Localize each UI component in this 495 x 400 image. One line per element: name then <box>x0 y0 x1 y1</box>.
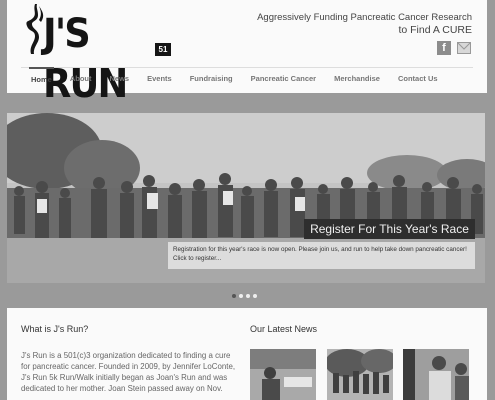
social-links: f <box>437 41 471 55</box>
mail-icon[interactable] <box>457 41 471 55</box>
main-nav: Home About News Events Fundraising Pancr… <box>21 67 473 90</box>
nav-contact-us[interactable]: Contact Us <box>398 68 438 90</box>
hero-description[interactable]: Registration for this year's race is now… <box>168 242 475 269</box>
about-text: J's Run is a 501(c)3 organization dedica… <box>21 351 236 393</box>
news-photo <box>250 349 316 400</box>
logo-wordmark: J'S RUN <box>43 11 128 107</box>
facebook-icon[interactable]: f <box>437 41 451 55</box>
logo-badge: 51 <box>155 43 171 56</box>
about-heading: What is J's Run? <box>21 324 89 334</box>
slider-dot[interactable] <box>246 294 250 298</box>
nav-home[interactable]: Home <box>29 67 54 89</box>
news-thumbnail[interactable] <box>250 349 316 400</box>
news-photo <box>327 349 393 400</box>
site-logo[interactable]: J'S RUN 51 <box>21 2 171 107</box>
slider-pagination <box>232 294 257 298</box>
news-heading: Our Latest News <box>250 324 318 334</box>
nav-fundraising[interactable]: Fundraising <box>190 68 233 90</box>
news-thumbnail[interactable] <box>327 349 393 400</box>
content-area: What is J's Run? J's Run is a 501(c)3 or… <box>7 308 487 400</box>
news-photo <box>403 349 469 400</box>
nav-merchandise[interactable]: Merchandise <box>334 68 380 90</box>
header-tagline: Aggressively Funding Pancreatic Cancer R… <box>257 12 472 23</box>
slider-dot[interactable] <box>239 294 243 298</box>
site-header: J'S RUN 51 Aggressively Funding Pancreat… <box>7 0 487 107</box>
slider-dot[interactable] <box>253 294 257 298</box>
nav-pancreatic-cancer[interactable]: Pancreatic Cancer <box>251 68 316 90</box>
news-thumbnail[interactable] <box>403 349 469 400</box>
slider-dot[interactable] <box>232 294 236 298</box>
header-tagline-cure: to Find A CURE <box>398 24 472 36</box>
hero-title[interactable]: Register For This Year's Race <box>304 219 475 239</box>
nav-events[interactable]: Events <box>147 68 172 90</box>
nav-about[interactable]: About <box>70 68 92 90</box>
nav-news[interactable]: News <box>110 68 130 90</box>
